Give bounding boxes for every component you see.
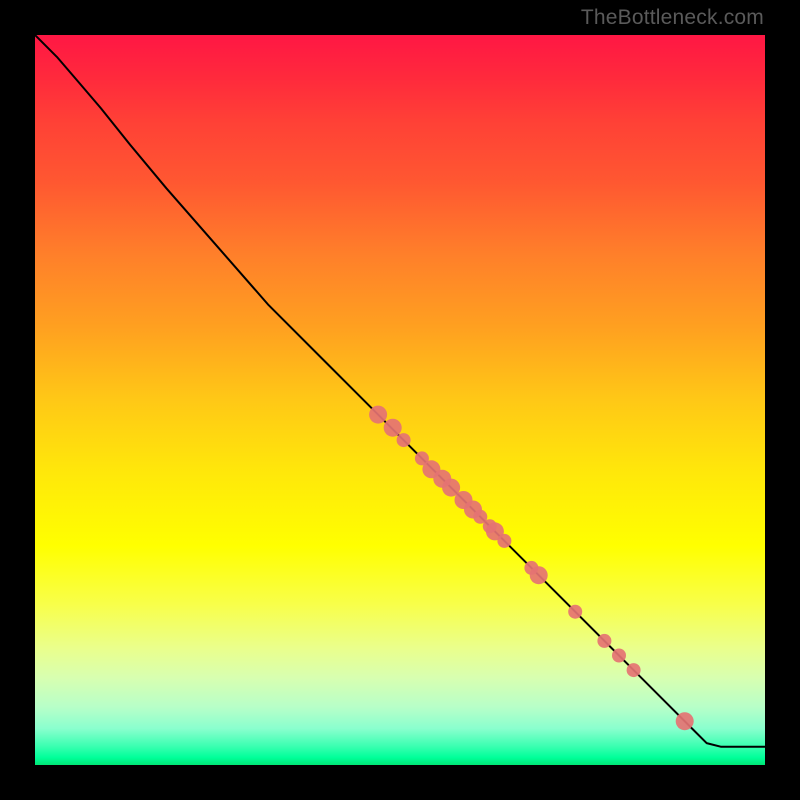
curve-line: [35, 35, 765, 747]
chart-svg-overlay: [35, 35, 765, 765]
chart-plot-area: [35, 35, 765, 765]
watermark-label: TheBottleneck.com: [581, 6, 764, 30]
